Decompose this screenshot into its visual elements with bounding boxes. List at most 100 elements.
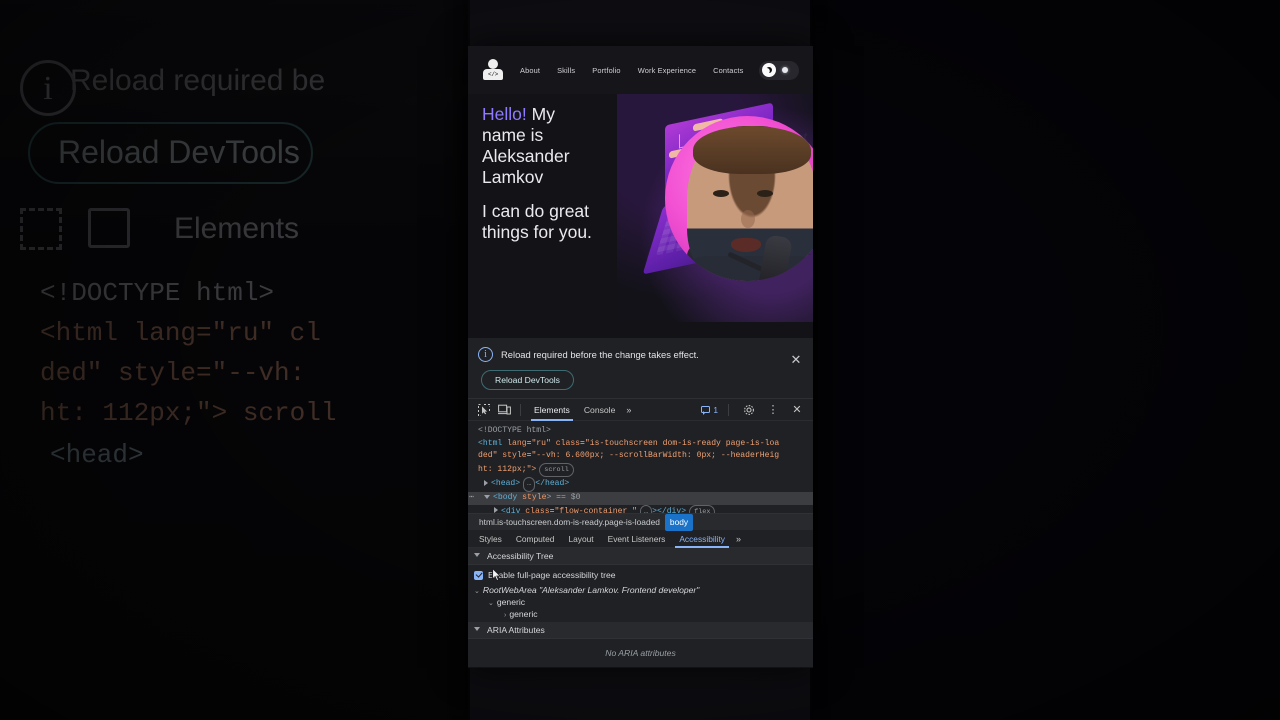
bg-echo-line-3: <!DOCTYPE html>	[40, 278, 275, 308]
reload-devtools-button[interactable]: Reload DevTools	[481, 370, 574, 390]
bg-echo-line-4: <html lang="ru" cl	[40, 318, 321, 348]
dom-div-value: "flow-container "	[554, 506, 638, 513]
developer-avatar-logo-icon[interactable]: </>	[482, 59, 504, 81]
dom-value-style: "--vh: 6.600px; --scrollBarWidth: 0px; -…	[531, 451, 780, 461]
enable-full-page-tree-label: Enable full-page accessibility tree	[488, 570, 616, 580]
dom-line-html-open[interactable]: <html lang="ru" class="is-touchscreen do…	[468, 438, 813, 451]
dom-value-style-cont: ht: 112px;">	[478, 464, 537, 474]
dom-line-div[interactable]: <div class="flow-container "… ></div> flex	[468, 504, 813, 513]
dom-div-attr: class	[525, 506, 550, 513]
nav-item-about[interactable]: About	[520, 66, 540, 75]
pane-tab-accessibility[interactable]: Accessibility	[672, 530, 732, 548]
dom-line-body[interactable]: ⋯ <body style> == $0	[468, 491, 813, 505]
a11y-role-generic-1: generic	[496, 597, 526, 607]
bg-info-icon: i	[20, 60, 76, 116]
a11y-name-root: "Aleksander Lamkov. Frontend developer"	[539, 585, 700, 595]
bg-echo-line-5: ded" style="--vh:	[40, 358, 306, 388]
accessibility-tree-section-header[interactable]: Accessibility Tree	[468, 548, 813, 565]
no-aria-attributes-text: No ARIA attributes	[605, 648, 676, 658]
flex-badge[interactable]: flex	[689, 504, 716, 513]
scroll-badge[interactable]: scroll	[539, 462, 574, 478]
dom-body-tag: <body	[493, 492, 523, 502]
inspect-element-icon[interactable]	[474, 401, 494, 419]
dom-div-tag: <div	[501, 506, 526, 513]
console-message-icon	[701, 406, 711, 415]
breadcrumb-html[interactable]: html.is-touchscreen.dom-is-ready.page-is…	[474, 514, 665, 531]
badge-overflow-icon[interactable]: ⋯	[469, 492, 474, 505]
breadcrumb-body[interactable]: body	[664, 513, 694, 531]
website-viewport: </> About Skills Portfolio Work Experien…	[468, 46, 813, 338]
ellipsis-badge[interactable]: …	[523, 477, 536, 492]
accessibility-pane: Accessibility Tree Enable full-page acce…	[468, 548, 813, 667]
nav-item-portfolio[interactable]: Portfolio	[592, 66, 620, 75]
message-count: 1	[713, 404, 718, 415]
kebab-menu-icon[interactable]: ⋮	[763, 401, 783, 419]
chevron-double-right-icon[interactable]: »	[622, 405, 635, 415]
enable-full-page-tree-row[interactable]: Enable full-page accessibility tree	[474, 568, 807, 584]
devtools-panel: i Reload required before the change take…	[468, 338, 813, 667]
aria-section-collapse-icon	[474, 626, 480, 634]
dom-body-tail: > == $0	[546, 492, 581, 502]
tree-expand-icon[interactable]: ⌄	[474, 588, 480, 595]
nav-item-work-experience[interactable]: Work Experience	[638, 66, 696, 75]
logo-head	[488, 59, 498, 69]
hero-subtext: I can do great things for you.	[482, 201, 592, 242]
a11y-tree-row-generic-2[interactable]: › generic	[474, 608, 807, 620]
expand-arrow-icon-2[interactable]	[494, 507, 498, 513]
dom-line-doctype[interactable]: <!DOCTYPE html>	[468, 425, 813, 438]
hero-greeting: Hello!	[482, 104, 527, 124]
dom-head-close: </head>	[535, 479, 570, 489]
dom-line-head[interactable]: <head>… </head>	[468, 477, 813, 492]
info-icon: i	[478, 347, 493, 362]
site-nav: About Skills Portfolio Work Experience C…	[520, 66, 743, 75]
dom-attr-style: style	[502, 451, 527, 461]
moon-icon	[762, 63, 776, 77]
section-collapse-icon	[474, 552, 480, 560]
a11y-tree-row-generic-1[interactable]: ⌄ generic	[474, 596, 807, 608]
nav-item-skills[interactable]: Skills	[557, 66, 575, 75]
collapse-arrow-icon[interactable]	[484, 494, 490, 499]
tree-collapse-icon[interactable]: ›	[504, 612, 506, 619]
aria-attributes-section-header[interactable]: ARIA Attributes	[468, 622, 813, 639]
pane-tab-event-listeners[interactable]: Event Listeners	[601, 530, 673, 548]
dom-value-cont: ded"	[478, 451, 498, 461]
a11y-tree-row-root[interactable]: ⌄ RootWebArea "Aleksander Lamkov. Fronten…	[474, 584, 807, 596]
pane-more-icon[interactable]: »	[732, 534, 745, 544]
dom-attr-2: class	[555, 438, 581, 448]
sun-icon	[782, 67, 788, 73]
dom-line-html-end[interactable]: ht: 112px;"> scroll	[468, 462, 813, 478]
accessibility-tree-title: Accessibility Tree	[487, 551, 554, 561]
device-toolbar-icon[interactable]	[494, 401, 514, 419]
tab-elements[interactable]: Elements	[527, 399, 577, 421]
ellipsis-badge-2[interactable]: …	[640, 504, 653, 513]
gear-icon[interactable]	[739, 401, 759, 419]
logo-body: </>	[483, 69, 503, 80]
mobile-frame: </> About Skills Portfolio Work Experien…	[468, 46, 813, 668]
devtools-toolbar: Elements Console » 1 ⋮ ✕	[468, 399, 813, 421]
pane-tab-layout[interactable]: Layout	[561, 530, 600, 548]
tab-console[interactable]: Console	[577, 399, 623, 421]
presenter-face	[677, 126, 813, 281]
bg-inspect-icon	[20, 208, 62, 250]
dom-tree: <!DOCTYPE html> <html lang="ru" class="i…	[468, 421, 813, 513]
tree-expand-icon-2[interactable]: ⌄	[488, 600, 494, 607]
mouth	[731, 238, 761, 252]
theme-toggle[interactable]	[759, 60, 799, 80]
nav-item-contacts[interactable]: Contacts	[713, 66, 743, 75]
expand-arrow-icon[interactable]	[484, 480, 488, 487]
devtools-close-icon[interactable]: ✕	[787, 401, 807, 419]
hero-section: React React </>	[468, 94, 813, 338]
console-message-badge[interactable]: 1	[701, 405, 718, 415]
nose	[741, 210, 755, 228]
close-icon[interactable]: ✕	[789, 353, 803, 367]
pane-tab-styles[interactable]: Styles	[472, 530, 509, 548]
bg-echo-line-6: ht: 112px;"> scroll	[40, 398, 337, 428]
dom-line-html-cont[interactable]: ded" style="--vh: 6.600px; --scrollBarWi…	[468, 450, 813, 463]
toolbar-separator	[520, 403, 521, 416]
pane-tab-computed[interactable]: Computed	[509, 530, 562, 548]
dom-tag: <html	[478, 438, 508, 448]
dom-doctype-text: <!DOCTYPE html>	[478, 426, 551, 435]
screenshot-stage: g thing you. Let's check! Reload require…	[0, 0, 1280, 720]
hair	[693, 126, 811, 174]
enable-full-page-tree-checkbox[interactable]	[474, 570, 483, 580]
